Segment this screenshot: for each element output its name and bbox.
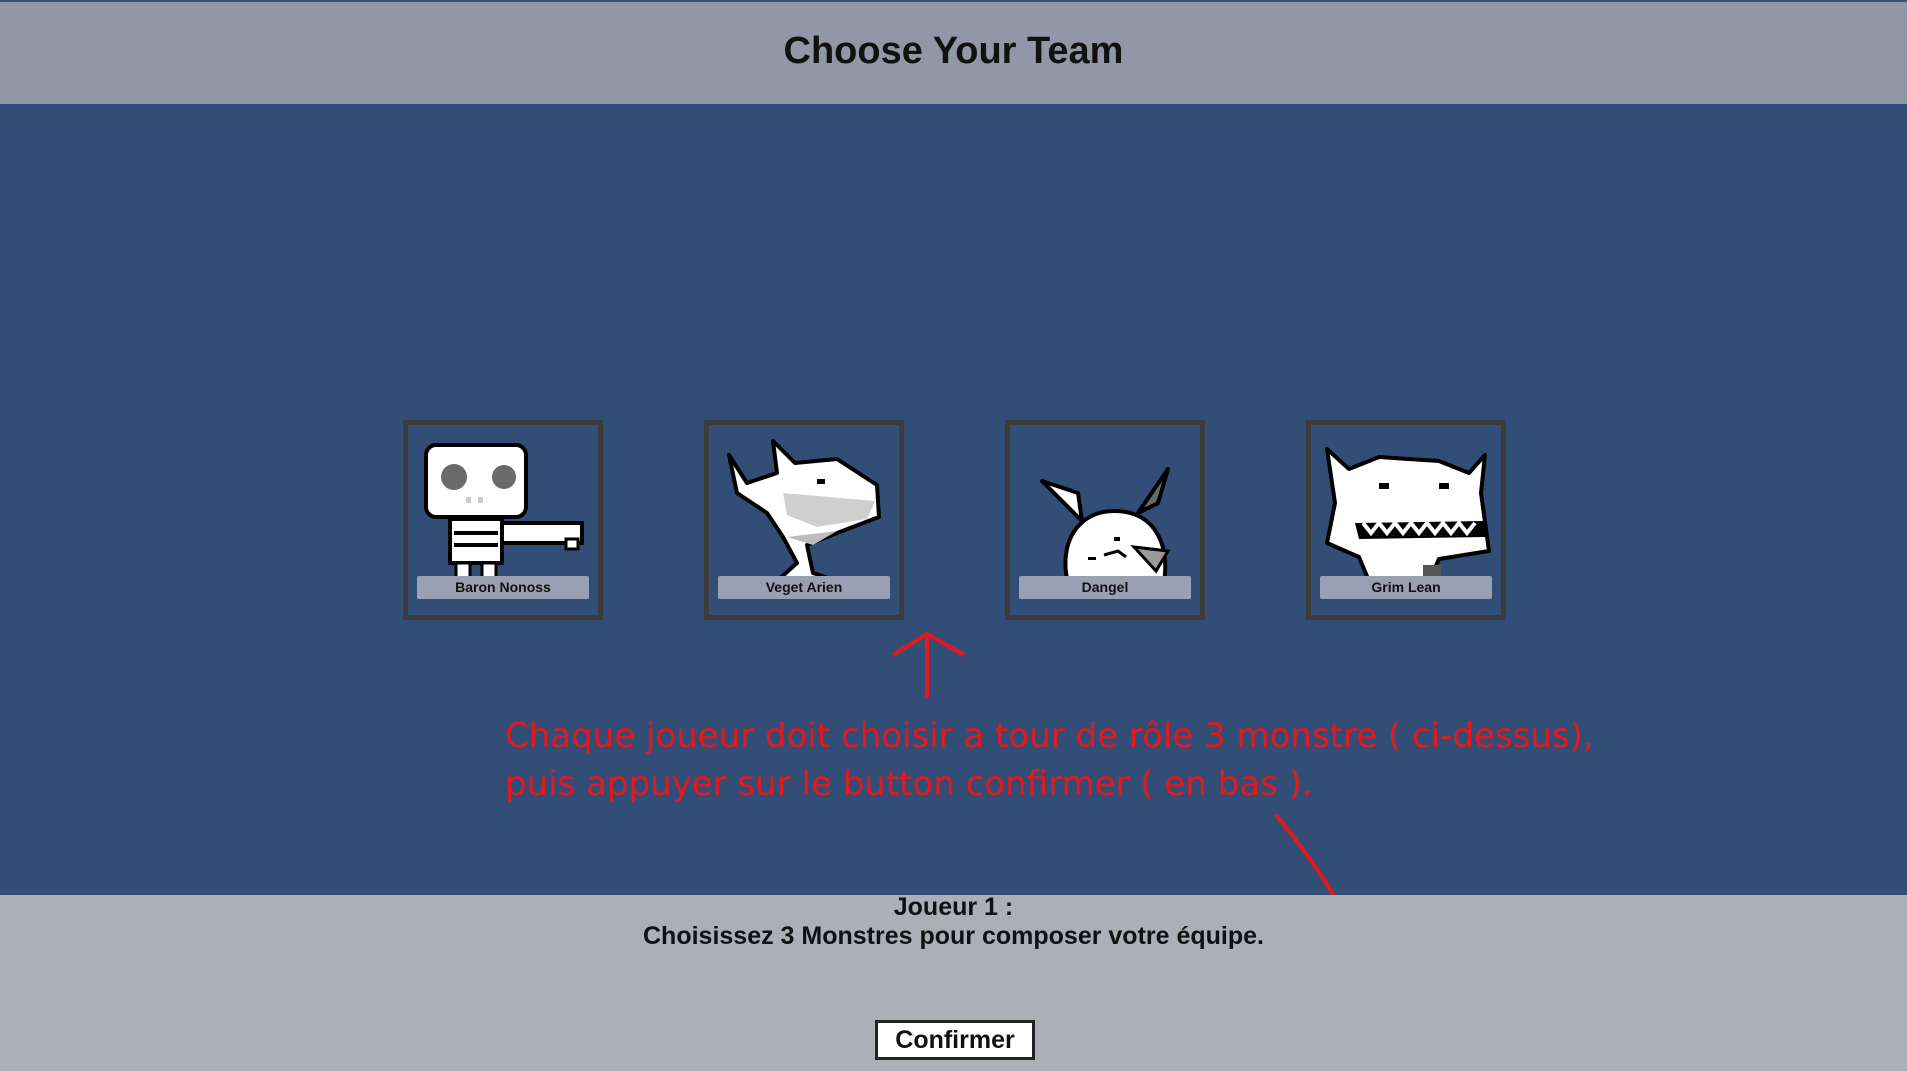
selection-prompt: Choisissez 3 Monstres pour composer votr…: [643, 922, 1264, 950]
page-title: Choose Your Team: [783, 30, 1124, 72]
confirm-button[interactable]: Confirmer: [875, 1020, 1035, 1060]
monster-card-veget-arien[interactable]: Veget Arien: [704, 420, 904, 620]
instruction-line-1: Chaque joueur doit choisir a tour de rôl…: [505, 716, 1594, 756]
monster-name-label: Baron Nonoss: [417, 576, 589, 599]
monster-name-label: Grim Lean: [1320, 576, 1492, 599]
header-bar: Choose Your Team: [0, 0, 1907, 104]
current-player-label: Joueur 1 :: [893, 893, 1014, 921]
monster-card-baron-nonoss[interactable]: Baron Nonoss: [403, 420, 603, 620]
shark-monster-icon: [727, 439, 881, 583]
monster-card-grim-lean[interactable]: Grim Lean: [1306, 420, 1506, 620]
rabbit-monster-icon: [1040, 467, 1171, 583]
monster-name-label: Dangel: [1019, 576, 1191, 599]
monster-card-dangel[interactable]: Dangel: [1005, 420, 1205, 620]
instruction-annotation: Chaque joueur doit choisir a tour de rôl…: [505, 712, 1605, 808]
horned-monster-icon: [1325, 447, 1491, 583]
instruction-line-2: puis appuyer sur le button confirmer ( e…: [505, 764, 1313, 804]
monster-name-label: Veget Arien: [718, 576, 890, 599]
skeleton-monster-icon: [424, 443, 584, 583]
